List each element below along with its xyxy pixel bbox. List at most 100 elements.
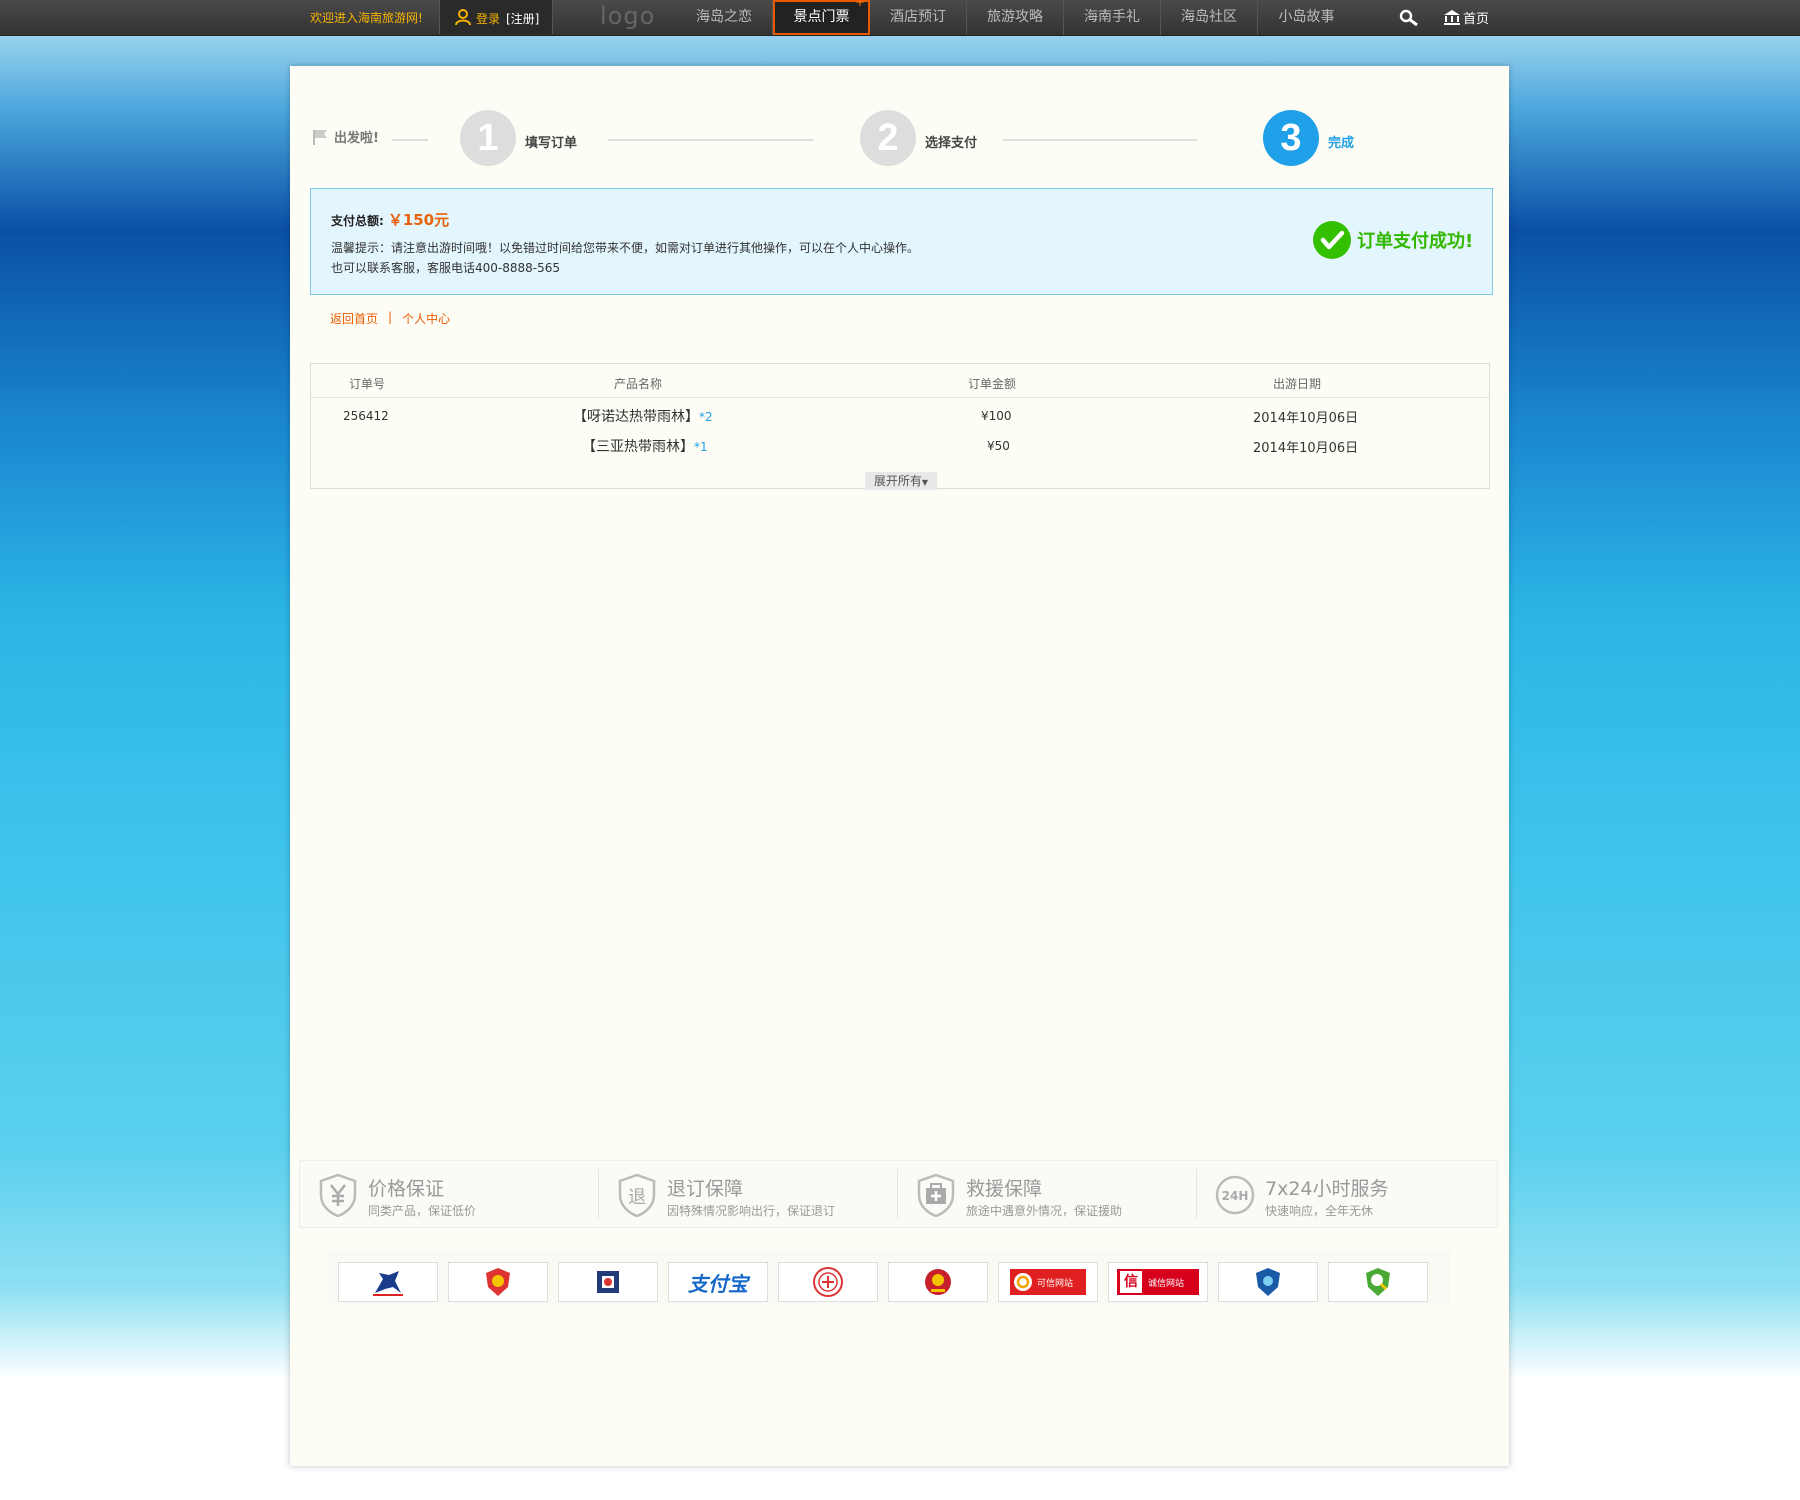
seal-badge[interactable] bbox=[778, 1262, 878, 1302]
nav-item-hotel[interactable]: 酒店预订 bbox=[870, 0, 967, 35]
login-area: 登录 [注册] bbox=[439, 0, 553, 34]
main-nav: 海岛之恋 景点门票 + 酒店预订 旅游攻略 海南手礼 海岛社区 小岛故事 bbox=[676, 0, 1355, 35]
total-label: 支付总额: bbox=[331, 214, 384, 228]
xin-glyph: 信 bbox=[1120, 1271, 1142, 1293]
police-badge[interactable] bbox=[448, 1262, 548, 1302]
guarantee-title: 7x24小时服务 bbox=[1265, 1178, 1389, 1200]
national-emblem-icon bbox=[925, 1269, 951, 1295]
rescue-shield-icon bbox=[917, 1173, 955, 1217]
kexin-logo: 可信网站 bbox=[1010, 1269, 1086, 1295]
kexin-text: 可信网站 bbox=[1037, 1278, 1074, 1289]
nav-item-guide[interactable]: 旅游攻略 bbox=[967, 0, 1064, 35]
search-badge[interactable] bbox=[1328, 1262, 1428, 1302]
nav-item-label: 海南手礼 bbox=[1084, 9, 1140, 25]
order-id: 256412 bbox=[343, 409, 389, 423]
check-circle-icon bbox=[1313, 221, 1351, 259]
guarantee-sub: 快速响应，全年无休 bbox=[1265, 1204, 1374, 1218]
alipay-badge[interactable]: 支付宝 bbox=[668, 1262, 768, 1302]
trust-badge[interactable] bbox=[558, 1262, 658, 1302]
nav-item-label: 小岛故事 bbox=[1278, 9, 1335, 25]
nav-item-tickets[interactable]: 景点门票 + bbox=[773, 0, 870, 35]
quick-links: 返回首页 | 个人中心 bbox=[330, 310, 450, 327]
nav-item-label: 旅游攻略 bbox=[987, 9, 1043, 25]
expand-label: 展开所有 bbox=[873, 474, 922, 488]
guarantee-title: 退订保障 bbox=[667, 1178, 744, 1200]
nav-item-label: 酒店预订 bbox=[890, 9, 946, 25]
step-divider bbox=[608, 139, 814, 141]
guarantee-refund: 退 退订保障 因特殊情况影响出行，保证退订 bbox=[599, 1169, 898, 1219]
login-link[interactable]: 登录 bbox=[476, 10, 500, 27]
travel-date: 2014年10月06日 bbox=[1253, 441, 1359, 456]
link-separator: | bbox=[388, 310, 393, 324]
step-start-label: 出发啦! bbox=[334, 131, 379, 146]
col-product-name: 产品名称 bbox=[614, 377, 663, 391]
site-logo[interactable]: logo bbox=[600, 2, 655, 30]
home-label: 首页 bbox=[1463, 12, 1490, 27]
product-name-text: 【呀诺达热带雨林】 bbox=[573, 409, 699, 425]
payment-total: 支付总额: ￥150元 bbox=[331, 209, 449, 230]
success-text: 订单支付成功! bbox=[1357, 231, 1474, 252]
success-message: 订单支付成功! bbox=[1313, 221, 1473, 259]
nav-item-stories[interactable]: 小岛故事 bbox=[1258, 0, 1355, 35]
home-link[interactable]: 首页 bbox=[1444, 8, 1489, 27]
nav-item-label: 景点门票 bbox=[793, 9, 850, 25]
plus-icon: + bbox=[854, 0, 865, 9]
nav-item-gifts[interactable]: 海南手礼 bbox=[1064, 0, 1161, 35]
top-nav-bar: 欢迎进入海南旅游网! 登录 [注册] logo 海岛之恋 景点门票 + 酒店预订 … bbox=[0, 0, 1800, 36]
product-name[interactable]: 【三亚热带雨林】*1 bbox=[582, 436, 708, 456]
col-date: 出游日期 bbox=[1273, 377, 1322, 391]
search-icon[interactable] bbox=[1399, 9, 1419, 27]
expand-all-button[interactable]: 展开所有▼ bbox=[865, 472, 937, 490]
table-header: 订单号 产品名称 订单金额 出游日期 bbox=[311, 364, 1489, 398]
product-qty: *2 bbox=[699, 410, 713, 424]
user-icon bbox=[455, 9, 471, 26]
contact-text: 也可以联系客服，客服电话400-8888-565 bbox=[331, 261, 561, 275]
step-circle-2: 2 bbox=[860, 110, 916, 166]
trust-icon bbox=[597, 1271, 619, 1293]
col-order-id: 订单号 bbox=[349, 377, 386, 391]
welcome-text: 欢迎进入海南旅游网! bbox=[310, 11, 423, 25]
chengxin-badge[interactable]: 信 诚信网站 bbox=[1108, 1262, 1208, 1302]
svg-text:24H: 24H bbox=[1222, 1189, 1249, 1203]
nav-item-community[interactable]: 海岛社区 bbox=[1161, 0, 1258, 35]
guarantee-sub: 旅途中遇意外情况，保证援助 bbox=[966, 1204, 1123, 1218]
home-icon bbox=[1444, 10, 1460, 25]
guarantee-sub: 因特殊情况影响出行，保证退订 bbox=[667, 1204, 836, 1218]
horse-badge[interactable] bbox=[338, 1262, 438, 1302]
24h-icon: 24H bbox=[1215, 1175, 1255, 1215]
step-circle-1: 1 bbox=[460, 110, 516, 166]
total-amount: ￥150元 bbox=[387, 211, 450, 229]
step-circle-3: 3 bbox=[1263, 110, 1319, 166]
back-home-link[interactable]: 返回首页 bbox=[330, 310, 378, 327]
caret-down-icon: ▼ bbox=[921, 478, 929, 487]
step-label-3: 完成 bbox=[1328, 136, 1355, 151]
col-amount: 订单金额 bbox=[968, 377, 1017, 391]
product-name[interactable]: 【呀诺达热带雨林】*2 bbox=[573, 406, 713, 426]
kexin-badge[interactable]: 可信网站 bbox=[998, 1262, 1098, 1302]
product-name-text: 【三亚热带雨林】 bbox=[582, 439, 694, 455]
guarantee-bar: 价格保证 同类产品，保证低价 退 退订保障 因特殊情况影响出行，保证退订 救援保… bbox=[299, 1160, 1498, 1228]
order-amount: ¥50 bbox=[987, 439, 1010, 453]
nav-item-label: 海岛之恋 bbox=[696, 9, 752, 25]
order-table: 订单号 产品名称 订单金额 出游日期 256412 【呀诺达热带雨林】*2 ¥1… bbox=[310, 363, 1490, 490]
guarantee-sub: 同类产品，保证低价 bbox=[368, 1204, 477, 1218]
security-shield-icon bbox=[1256, 1268, 1280, 1296]
tip-text: 温馨提示：请注意出游时间哦！以免错过时间给您带来不便，如需对订单进行其他操作，可… bbox=[331, 241, 920, 255]
step-label-1: 填写订单 bbox=[525, 136, 578, 151]
verify-search-icon bbox=[1366, 1268, 1390, 1296]
yen-shield-icon bbox=[319, 1173, 357, 1217]
svg-text:退: 退 bbox=[628, 1187, 646, 1208]
flag-icon bbox=[313, 129, 327, 145]
police-emblem-icon bbox=[486, 1268, 510, 1296]
guarantee-price: 价格保证 同类产品，保证低价 bbox=[300, 1169, 599, 1219]
kexin-circle-icon bbox=[1014, 1273, 1032, 1291]
guarantee-title: 价格保证 bbox=[368, 1178, 445, 1200]
shield-badge[interactable] bbox=[1218, 1262, 1318, 1302]
emblem-badge[interactable] bbox=[888, 1262, 988, 1302]
register-link[interactable]: [注册] bbox=[506, 10, 539, 27]
nav-item-island-love[interactable]: 海岛之恋 bbox=[676, 0, 773, 35]
user-center-link[interactable]: 个人中心 bbox=[402, 310, 450, 327]
chengxin-text: 诚信网站 bbox=[1148, 1278, 1185, 1289]
guarantee-title: 救援保障 bbox=[966, 1178, 1043, 1200]
product-qty: *1 bbox=[694, 440, 708, 454]
